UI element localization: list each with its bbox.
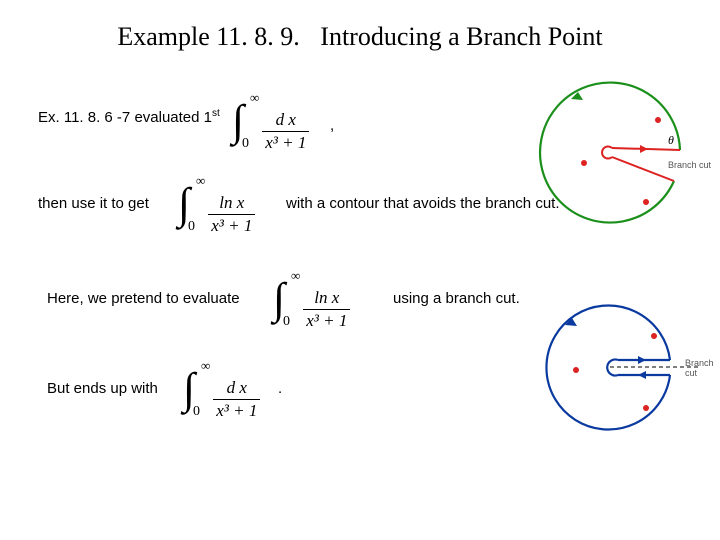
line1-integral: ∞ ∫ 0 d x x³ + 1: [232, 92, 309, 150]
contour-diagram-2: [528, 300, 703, 430]
int-den: x³ + 1: [262, 131, 309, 153]
pole-dot-icon: [651, 333, 657, 339]
line1-suffix: ,: [330, 117, 334, 134]
arrowhead-icon: [640, 145, 648, 153]
pole-dot-icon: [573, 367, 579, 373]
int-bot: 0: [242, 136, 249, 152]
int-num: ln x: [303, 288, 350, 309]
int-bot: 0: [193, 404, 200, 420]
pole-dot-icon: [643, 199, 649, 205]
line3-suffix: using a branch cut.: [393, 290, 520, 307]
line2-prefix: then use it to get: [38, 195, 149, 212]
slide-title: Example 11. 8. 9. Introducing a Branch P…: [0, 22, 720, 52]
pole-dot-icon: [655, 117, 661, 123]
int-den: x³ + 1: [208, 214, 255, 236]
slide: Example 11. 8. 9. Introducing a Branch P…: [0, 0, 720, 540]
line3-prefix: Here, we pretend to evaluate: [47, 290, 240, 307]
contour-diagram-1: θ: [528, 80, 703, 210]
example-number: Example 11. 8. 9.: [117, 22, 299, 51]
int-top: ∞: [291, 268, 300, 284]
line4-integral: ∞ ∫ 0 d x x³ + 1: [183, 360, 260, 418]
int-top: ∞: [196, 173, 205, 189]
int-num: d x: [213, 378, 260, 399]
lower-radial-icon: [612, 157, 674, 181]
line1-sup: st: [212, 108, 220, 119]
int-den: x³ + 1: [213, 399, 260, 421]
line-1: Ex. 11. 8. 6 -7 evaluated 1st: [38, 108, 220, 126]
line3-integral: ∞ ∫ 0 ln x x³ + 1: [273, 270, 350, 328]
line2-suffix: with a contour that avoids the branch cu…: [286, 195, 560, 212]
outer-arc-icon: [540, 83, 680, 223]
branch-cut-label-2: Branch cut: [685, 358, 720, 378]
arrowhead-icon: [638, 356, 646, 364]
int-top: ∞: [250, 90, 259, 106]
line4-prefix: But ends up with: [47, 380, 158, 397]
int-bot: 0: [283, 314, 290, 330]
pole-dot-icon: [581, 160, 587, 166]
int-top: ∞: [201, 358, 210, 374]
line2-integral: ∞ ∫ 0 ln x x³ + 1: [178, 175, 255, 233]
pole-dot-icon: [643, 405, 649, 411]
line1-prefix: Ex. 11. 8. 6 -7 evaluated 1: [38, 109, 212, 126]
small-arc-icon: [602, 147, 612, 159]
arrowhead-icon: [638, 371, 646, 379]
theta-label: θ: [668, 133, 674, 147]
title-text: Introducing a Branch Point: [320, 22, 602, 51]
line4-suffix: .: [278, 380, 282, 397]
int-num: d x: [262, 110, 309, 131]
int-bot: 0: [188, 219, 195, 235]
branch-cut-label-1: Branch cut: [668, 160, 711, 170]
int-den: x³ + 1: [303, 309, 350, 331]
int-num: ln x: [208, 193, 255, 214]
